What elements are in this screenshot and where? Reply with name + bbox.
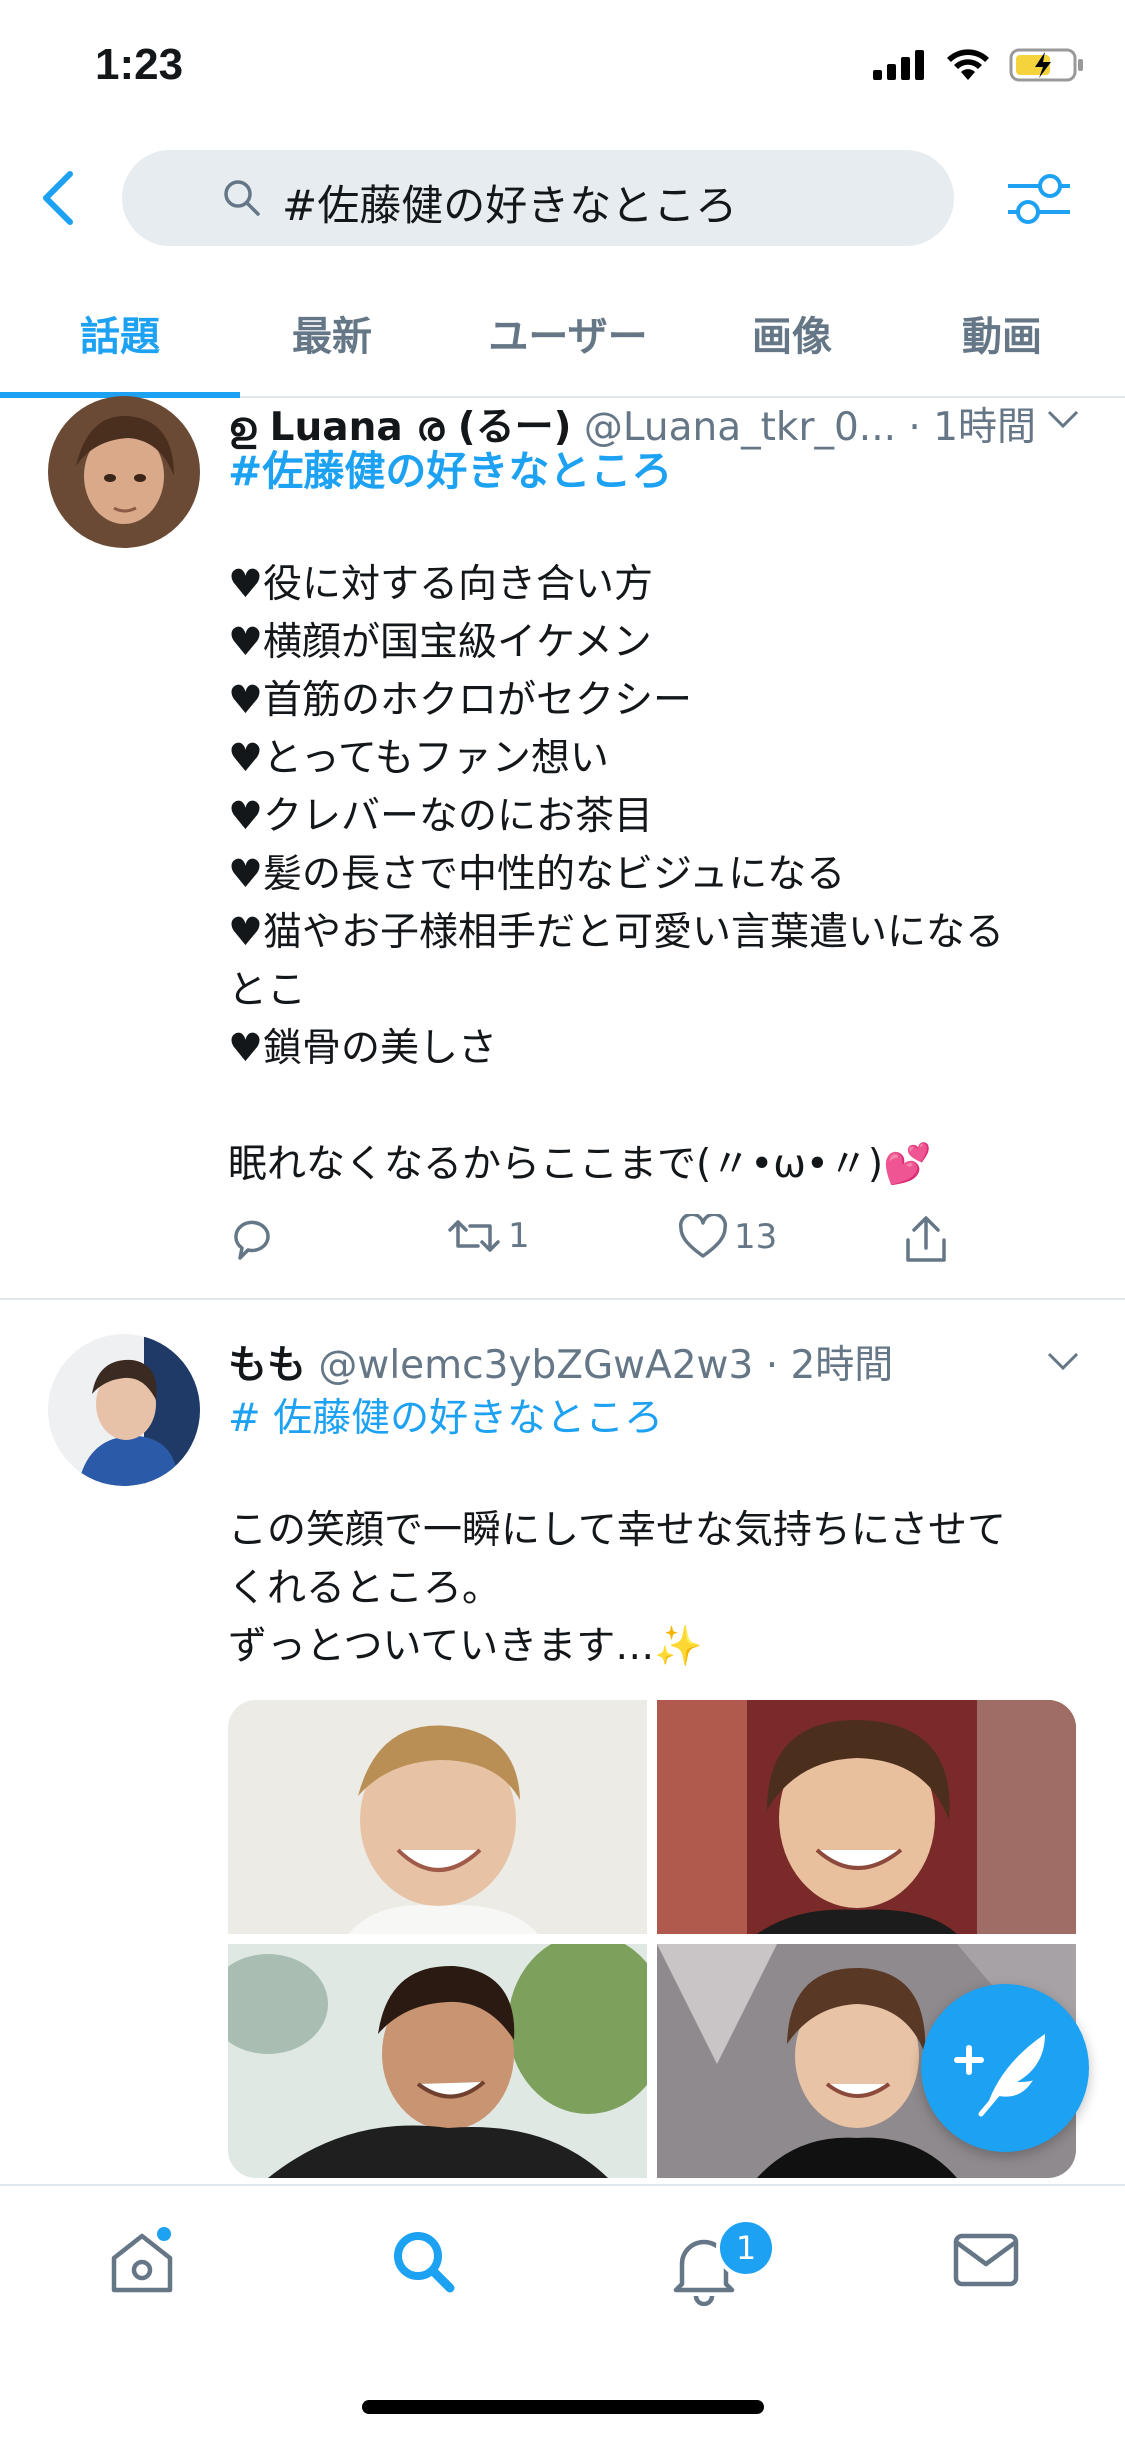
messages-envelope-icon[interactable]	[950, 2230, 1022, 2292]
avatar[interactable]	[48, 396, 200, 548]
retweet-count: 1	[508, 1216, 530, 1256]
wifi-icon	[947, 49, 989, 80]
back-chevron-icon[interactable]	[38, 168, 78, 228]
tab-photos[interactable]: 画像	[672, 304, 912, 362]
user-handle[interactable]: @wlemc3ybZGwA2w3	[318, 1343, 753, 1388]
notifications-badge: 1	[716, 2218, 776, 2278]
retweet-button[interactable]: 1	[446, 1214, 530, 1258]
photo-2[interactable]	[657, 1700, 1076, 1934]
tweet-actions: 1 13	[228, 1214, 988, 1274]
cellular-signal-icon	[873, 50, 924, 80]
tab-top[interactable]: 話題	[0, 304, 240, 362]
tweet-header: もも @wlemc3ybZGwA2w3 · 2時間	[228, 1334, 893, 1390]
filter-settings-icon[interactable]	[1006, 170, 1072, 228]
status-icons	[873, 48, 1085, 82]
status-bar: 1:23	[0, 0, 1125, 140]
hashtag-link[interactable]: #佐藤健の好きなところ	[228, 442, 1078, 500]
home-indicator[interactable]	[362, 2400, 764, 2414]
search-icon	[224, 180, 260, 216]
avatar[interactable]	[48, 1334, 200, 1486]
tweet-time: · 2時間	[765, 1343, 894, 1388]
search-tabs: 話題 最新 ユーザー 画像 動画	[0, 270, 1125, 398]
tweet-text: ♥役に対する向き合い方 ♥横顔が国宝級イケメン ♥首筋のホクロがセクシー ♥とっ…	[228, 562, 1004, 1187]
tab-videos[interactable]: 動画	[882, 304, 1122, 362]
like-count: 13	[734, 1217, 778, 1257]
photo-3[interactable]	[228, 1944, 647, 2178]
retweet-icon	[448, 1220, 500, 1252]
search-header: #佐藤健の好きなところ	[0, 148, 1125, 248]
hashtag-link[interactable]: # 佐藤健の好きなところ	[228, 1390, 1078, 1448]
share-button[interactable]	[902, 1214, 950, 1264]
chevron-down-icon[interactable]	[1045, 1350, 1081, 1374]
status-time: 1:23	[95, 40, 184, 89]
search-input[interactable]: #佐藤健の好きなところ	[122, 150, 954, 246]
reply-button[interactable]	[228, 1214, 276, 1262]
share-icon	[906, 1216, 946, 1262]
search-tab-icon[interactable]	[388, 2226, 460, 2298]
tweet-divider	[0, 1298, 1125, 1300]
tweet[interactable]: ഉ Luana ര (るー) @Luana_tkr_0... · 1時間 #佐藤…	[0, 396, 1125, 1296]
photo-1[interactable]	[228, 1700, 647, 1934]
home-icon[interactable]	[106, 2226, 178, 2298]
chevron-down-icon[interactable]	[1045, 408, 1081, 432]
battery-charging-icon	[1009, 48, 1083, 82]
like-button[interactable]: 13	[678, 1214, 777, 1260]
compose-feather-icon	[954, 2034, 1045, 2117]
heart-icon	[678, 1214, 728, 1258]
compose-tweet-button[interactable]	[921, 1984, 1089, 2152]
reply-icon	[234, 1220, 270, 1260]
tab-latest[interactable]: 最新	[212, 304, 452, 362]
tweet-text: この笑顔で一瞬にして幸せな気持ちにさせて くれるところ。 ずっとついていきます……	[228, 1508, 1007, 1669]
search-query: #佐藤健の好きなところ	[282, 181, 738, 230]
display-name[interactable]: もも	[228, 1343, 306, 1388]
